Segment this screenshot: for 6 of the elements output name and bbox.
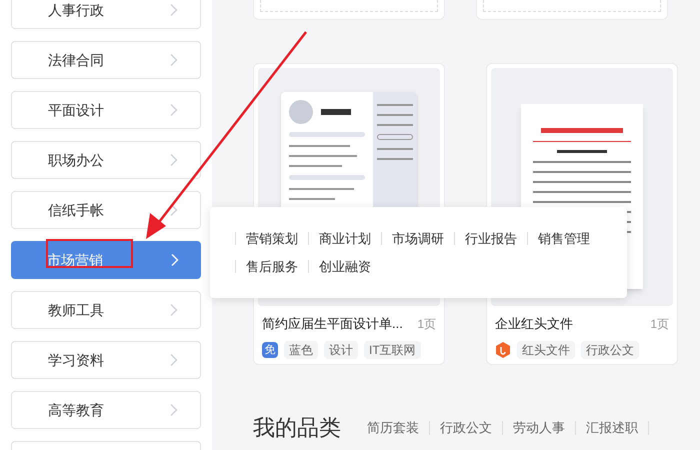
- section-title: 我的品类: [253, 414, 341, 442]
- card-title: 企业红头文件: [495, 315, 573, 333]
- card-title: 简约应届生平面设计单...: [262, 315, 403, 333]
- free-badge: 免: [262, 342, 278, 358]
- page-count: 1页: [650, 316, 669, 333]
- page-count: 1页: [417, 316, 436, 333]
